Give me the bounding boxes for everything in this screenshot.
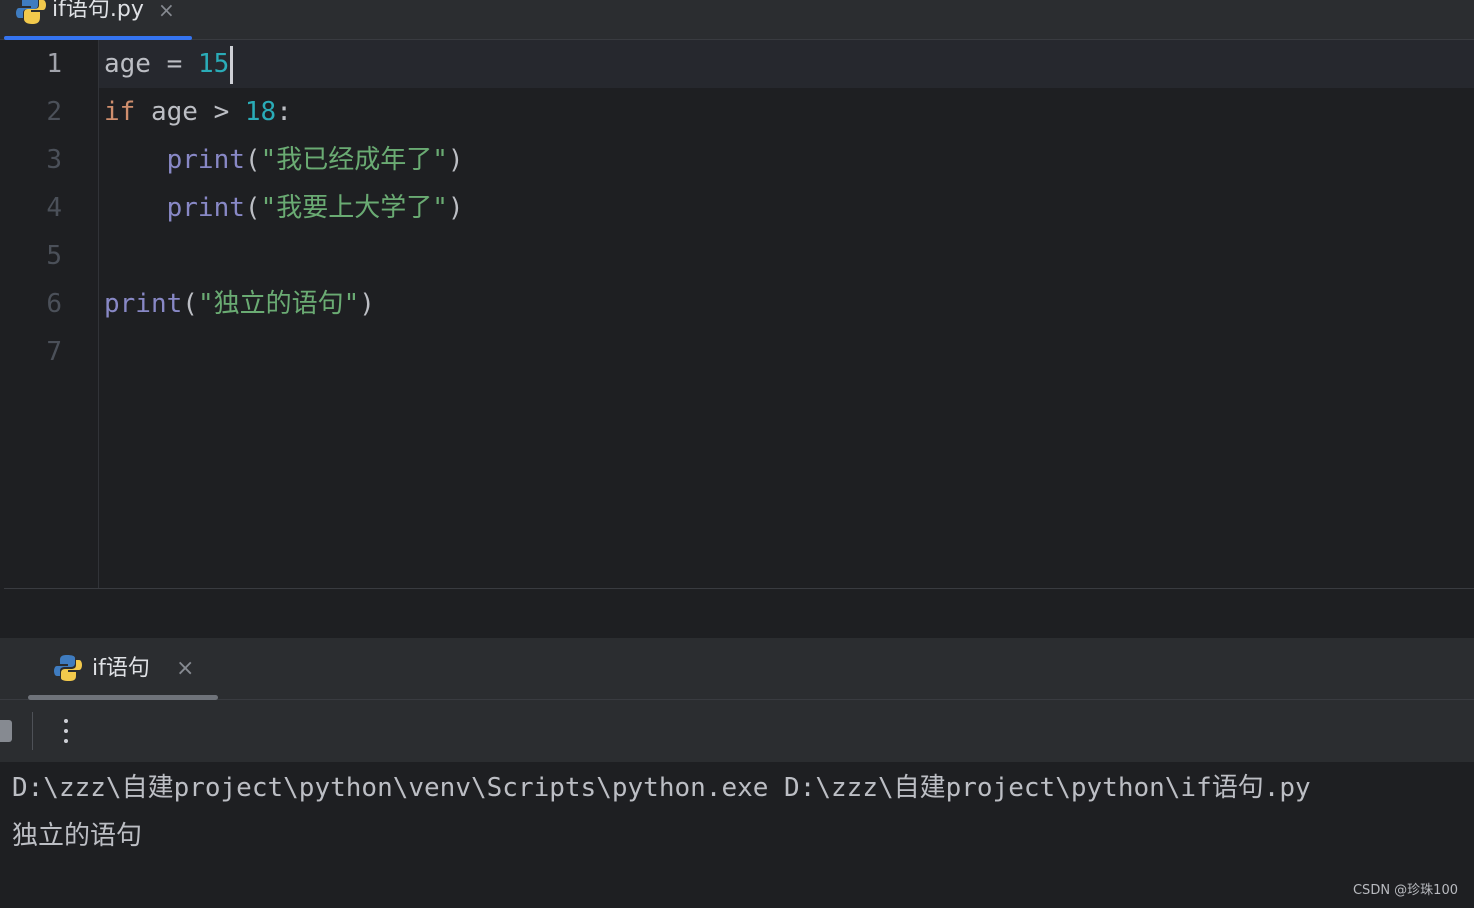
paren-close: ) — [447, 193, 464, 223]
code-line-6[interactable]: print("独立的语句") — [104, 280, 375, 328]
code-line-4[interactable]: print("我要上大学了") — [104, 184, 464, 232]
toolbar-separator — [32, 712, 33, 750]
keyword-if: if — [104, 97, 136, 127]
code-line-2[interactable]: if age > 18: — [104, 88, 292, 136]
line-number: 6 — [46, 289, 62, 319]
colon: : — [276, 97, 292, 127]
builtin-print: print — [166, 145, 245, 175]
close-icon[interactable]: × — [176, 654, 194, 684]
console-output-line: 独立的语句 — [12, 821, 143, 851]
paren-close: ) — [447, 145, 464, 175]
string-literal: "独立的语句" — [197, 289, 360, 319]
builtin-print: print — [104, 289, 183, 319]
console-command-line: D:\zzz\自建project\python\venv\Scripts\pyt… — [12, 773, 1311, 803]
code-line-1[interactable]: age = 15 — [104, 40, 234, 88]
stop-icon[interactable] — [0, 720, 12, 742]
run-console[interactable]: D:\zzz\自建project\python\venv\Scripts\pyt… — [0, 762, 1474, 908]
editor-bottom-area — [4, 588, 1474, 638]
code-editor[interactable]: 1 2 3 4 5 6 7 age = 15 if age > 18: prin… — [4, 40, 1474, 588]
more-options-icon[interactable] — [56, 716, 76, 746]
code-line-3[interactable]: print("我已经成年了") — [104, 136, 464, 184]
line-number: 1 — [46, 49, 62, 79]
line-number: 3 — [46, 145, 62, 175]
run-tab-label: if语句 — [92, 656, 150, 681]
number-literal: 18 — [244, 97, 277, 127]
close-icon[interactable]: × — [158, 0, 175, 24]
condition-text: age > — [135, 97, 245, 127]
run-toolbar — [0, 700, 1474, 762]
string-literal: "我要上大学了" — [260, 193, 448, 223]
python-run-icon — [54, 654, 82, 686]
run-tab-if[interactable]: if语句 × — [28, 638, 218, 700]
editor-tab-if-py[interactable]: if语句.py × — [4, 0, 192, 40]
editor-tab-bar: if语句.py × — [0, 0, 1474, 40]
line-number: 2 — [46, 97, 62, 127]
python-file-icon — [16, 0, 46, 28]
builtin-print: print — [166, 193, 245, 223]
paren-open: ( — [244, 193, 261, 223]
string-literal: "我已经成年了" — [260, 145, 448, 175]
text-caret — [230, 45, 234, 84]
paren-close: ) — [359, 289, 375, 319]
operator: = — [150, 49, 198, 79]
line-number: 7 — [46, 337, 62, 367]
line-number: 5 — [46, 241, 62, 271]
line-number: 4 — [46, 193, 62, 223]
number-literal: 15 — [197, 49, 230, 79]
editor-tab-label: if语句.py — [52, 0, 144, 22]
identifier-age: age — [104, 49, 151, 79]
paren-open: ( — [182, 289, 198, 319]
watermark: CSDN @珍珠100 — [1352, 883, 1458, 898]
run-tab-bar: if语句 × — [0, 638, 1474, 700]
paren-open: ( — [244, 145, 261, 175]
